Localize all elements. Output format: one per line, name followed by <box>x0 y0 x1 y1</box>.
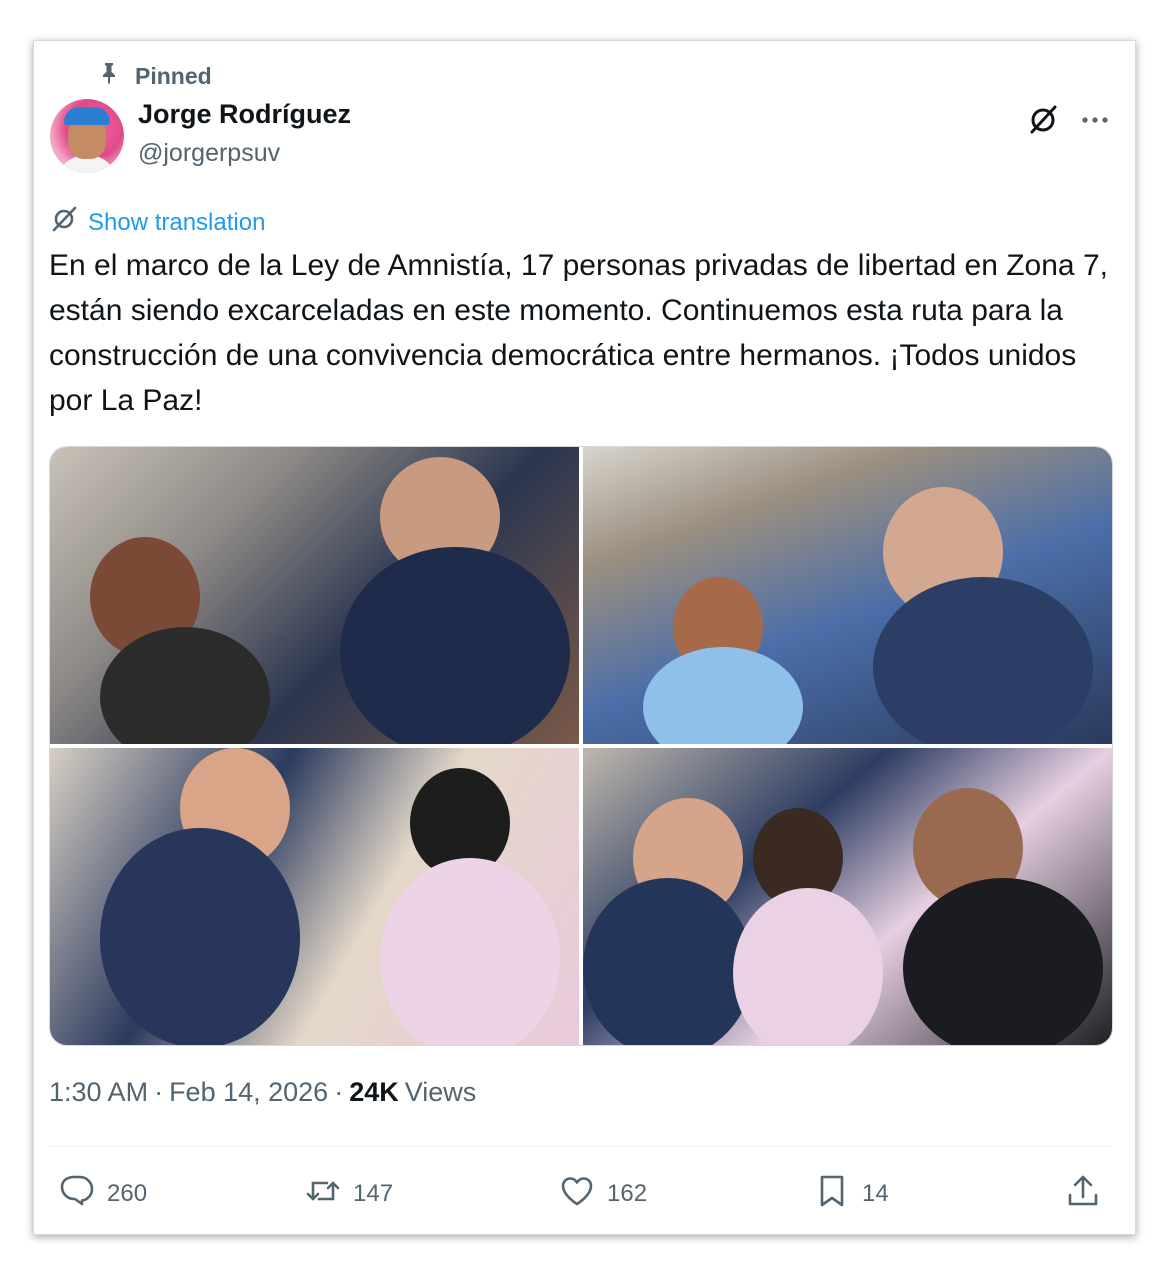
views-label: Views <box>404 1077 477 1107</box>
views-count: 24K <box>349 1077 399 1107</box>
reply-button[interactable]: 260 <box>59 1169 147 1219</box>
meta-separator: · <box>154 1077 164 1107</box>
divider <box>49 1146 1111 1147</box>
bookmark-icon <box>814 1173 850 1216</box>
pinned-label: Pinned <box>135 62 212 89</box>
media-photo-4[interactable] <box>583 748 1112 1045</box>
translate-icon <box>50 205 78 240</box>
tweet-card[interactable]: Pinned Jorge Rodríguez @jorgerpsuv Show … <box>33 40 1136 1235</box>
media-grid <box>49 446 1113 1046</box>
pin-icon <box>97 61 121 91</box>
show-translation-label: Show translation <box>88 208 266 236</box>
share-icon <box>1065 1173 1101 1216</box>
heart-icon <box>559 1173 595 1216</box>
tweet-meta: 1:30 AM · Feb 14, 2026 · 24K Views <box>49 1077 476 1108</box>
action-bar: 260 147 162 14 <box>49 1169 1111 1219</box>
more-icon[interactable] <box>1078 103 1112 137</box>
show-translation-link[interactable]: Show translation <box>50 205 265 240</box>
tweet-date[interactable]: Feb 14, 2026 <box>169 1077 328 1108</box>
media-photo-3[interactable] <box>50 748 579 1045</box>
author-name[interactable]: Jorge Rodríguez <box>138 99 351 130</box>
media-photo-1[interactable] <box>50 447 579 744</box>
like-count: 162 <box>607 1180 648 1207</box>
avatar[interactable] <box>50 99 124 173</box>
bookmark-button[interactable]: 14 <box>814 1169 889 1219</box>
like-button[interactable]: 162 <box>559 1169 647 1219</box>
repost-icon <box>305 1173 341 1216</box>
reply-icon <box>59 1173 95 1216</box>
author-handle[interactable]: @jorgerpsuv <box>138 139 280 168</box>
tweet-text: En el marco de la Ley de Amnistía, 17 pe… <box>49 249 1108 417</box>
media-photo-2[interactable] <box>583 447 1112 744</box>
grok-icon[interactable] <box>1026 103 1060 137</box>
meta-separator: · <box>334 1077 344 1107</box>
share-button[interactable] <box>1065 1169 1101 1219</box>
pinned-indicator: Pinned <box>97 61 212 91</box>
reply-count: 260 <box>107 1180 148 1207</box>
repost-button[interactable]: 147 <box>305 1169 393 1219</box>
repost-count: 147 <box>353 1180 394 1207</box>
bookmark-count: 14 <box>862 1180 889 1207</box>
tweet-time[interactable]: 1:30 AM <box>49 1077 148 1108</box>
